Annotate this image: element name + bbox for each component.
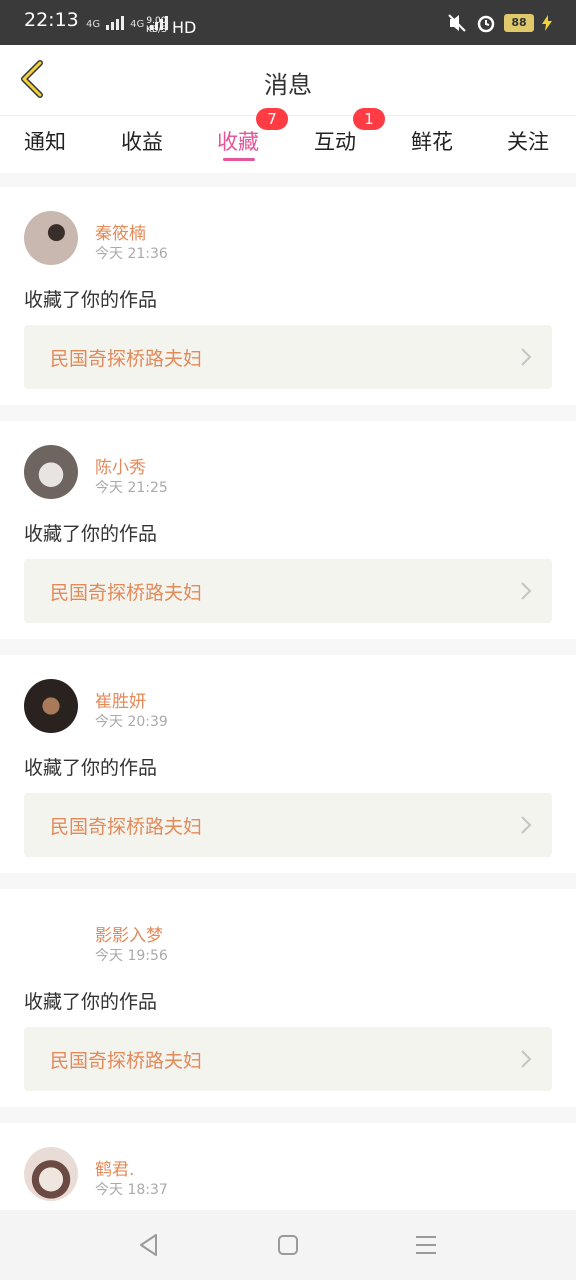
user-name[interactable]: 鹤君. bbox=[95, 1155, 134, 1180]
tab-interaction[interactable]: 互动 bbox=[314, 126, 356, 156]
battery-icon: 88 bbox=[504, 14, 534, 32]
signal-bars-icon bbox=[106, 16, 125, 30]
chevron-right-icon bbox=[521, 348, 532, 366]
user-name[interactable]: 影影入梦 bbox=[95, 921, 163, 946]
message-time: 今天 21:36 bbox=[95, 246, 168, 262]
tab-active-indicator bbox=[223, 158, 255, 161]
tab-notice[interactable]: 通知 bbox=[24, 126, 66, 156]
alarm-icon bbox=[477, 15, 495, 33]
work-link[interactable]: 民国奇探桥路夫妇 bbox=[24, 793, 552, 857]
list-item: 影影入梦 今天 19:56 收藏了你的作品 民国奇探桥路夫妇 bbox=[0, 889, 576, 1107]
message-action: 收藏了你的作品 bbox=[24, 991, 158, 1013]
nav-back-icon[interactable] bbox=[136, 1232, 162, 1258]
avatar[interactable] bbox=[24, 211, 78, 265]
chevron-right-icon bbox=[521, 816, 532, 834]
avatar[interactable] bbox=[24, 445, 78, 499]
network-label-1: 4G bbox=[86, 19, 101, 30]
avatar[interactable] bbox=[24, 913, 78, 967]
status-bar: 22:13 4G 4G 9.00 KB/S HD 88 bbox=[0, 0, 576, 45]
user-name[interactable]: 秦筱楠 bbox=[95, 219, 146, 244]
nav-menu-icon[interactable] bbox=[413, 1232, 439, 1258]
message-time: 今天 21:25 bbox=[95, 480, 168, 496]
work-title: 民国奇探桥路夫妇 bbox=[50, 1050, 203, 1072]
message-time: 今天 20:39 bbox=[95, 714, 168, 730]
network-label-2: 4G bbox=[130, 19, 145, 30]
work-title: 民国奇探桥路夫妇 bbox=[50, 582, 203, 604]
nav-home-icon[interactable] bbox=[275, 1232, 301, 1258]
status-time: 22:13 bbox=[24, 9, 79, 31]
tab-flowers[interactable]: 鲜花 bbox=[411, 126, 453, 156]
chevron-right-icon bbox=[521, 1050, 532, 1068]
user-name[interactable]: 陈小秀 bbox=[95, 453, 146, 478]
work-link[interactable]: 民国奇探桥路夫妇 bbox=[24, 325, 552, 389]
net-speed-unit: KB/S bbox=[146, 25, 167, 35]
hd-indicator: HD bbox=[172, 18, 197, 37]
tab-earnings[interactable]: 收益 bbox=[121, 126, 163, 156]
mute-icon bbox=[448, 14, 466, 32]
status-right: 88 bbox=[446, 13, 552, 33]
chevron-right-icon bbox=[521, 582, 532, 600]
message-action: 收藏了你的作品 bbox=[24, 523, 158, 545]
message-action: 收藏了你的作品 bbox=[24, 757, 158, 779]
list-item: 秦筱楠 今天 21:36 收藏了你的作品 民国奇探桥路夫妇 bbox=[0, 187, 576, 405]
list-item: 陈小秀 今天 21:25 收藏了你的作品 民国奇探桥路夫妇 bbox=[0, 421, 576, 639]
header: 消息 bbox=[0, 45, 576, 115]
message-feed[interactable]: 秦筱楠 今天 21:36 收藏了你的作品 民国奇探桥路夫妇 陈小秀 今天 21:… bbox=[0, 173, 576, 1210]
list-item: 鹤君. 今天 18:37 bbox=[0, 1123, 576, 1210]
tab-bar: 通知 收益 收藏 7 互动 1 鲜花 关注 bbox=[0, 108, 576, 174]
page-title: 消息 bbox=[264, 71, 312, 99]
tab-follow[interactable]: 关注 bbox=[507, 126, 549, 156]
work-title: 民国奇探桥路夫妇 bbox=[50, 816, 203, 838]
work-title: 民国奇探桥路夫妇 bbox=[50, 348, 203, 370]
message-time: 今天 19:56 bbox=[95, 948, 168, 964]
charging-icon bbox=[542, 15, 552, 31]
system-nav-bar bbox=[0, 1210, 576, 1280]
list-item: 崔胜妍 今天 20:39 收藏了你的作品 民国奇探桥路夫妇 bbox=[0, 655, 576, 873]
work-link[interactable]: 民国奇探桥路夫妇 bbox=[24, 1027, 552, 1091]
tab-favorites-badge: 7 bbox=[256, 108, 288, 130]
tab-favorites[interactable]: 收藏 bbox=[217, 126, 259, 156]
avatar[interactable] bbox=[24, 679, 78, 733]
tab-interaction-badge: 1 bbox=[353, 108, 385, 130]
work-link[interactable]: 民国奇探桥路夫妇 bbox=[24, 559, 552, 623]
net-speed: 9.00 KB/S bbox=[146, 17, 167, 35]
avatar[interactable] bbox=[24, 1147, 78, 1201]
message-time: 今天 18:37 bbox=[95, 1182, 168, 1198]
user-name[interactable]: 崔胜妍 bbox=[95, 687, 146, 712]
message-action: 收藏了你的作品 bbox=[24, 289, 158, 311]
